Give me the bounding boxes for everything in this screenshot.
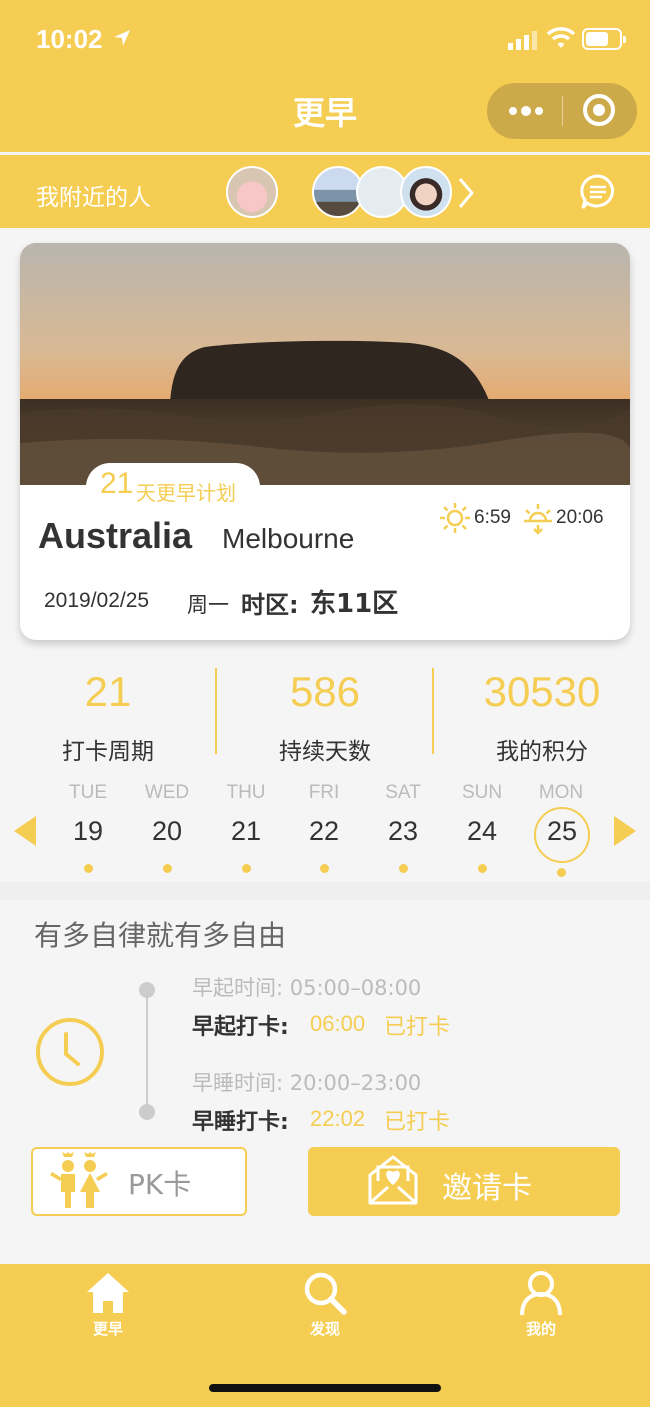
checkin-dot — [557, 868, 566, 877]
date: 2019/02/25 — [44, 589, 150, 612]
uluru-photo — [20, 243, 630, 485]
day-name: SAT — [385, 782, 421, 803]
wake-checkin-time: 06:00 — [310, 1011, 366, 1036]
section-separator — [0, 882, 650, 900]
invite-card-label[interactable]: 邀请卡 — [442, 1163, 532, 1207]
day-name: MON — [538, 782, 584, 803]
day-number[interactable]: 24 — [452, 816, 512, 847]
capsule-divider — [562, 96, 563, 126]
day-name: WED — [144, 782, 190, 803]
day-name: SUN — [461, 782, 503, 803]
timeline-dot — [139, 1104, 155, 1120]
wake-checkin-label: 早起打卡: — [192, 1015, 289, 1040]
kids-icon — [50, 1152, 108, 1208]
sunrise-icon — [440, 503, 470, 533]
wifi-icon — [546, 27, 576, 48]
location-card: 21 天更早计划 Australia Melbourne 6:59 20:06 … — [20, 243, 630, 640]
tab-home[interactable]: 更早 — [58, 1318, 158, 1339]
timezone-value: 东11区 — [310, 589, 399, 619]
wake-checkin-state: 已打卡 — [384, 1015, 451, 1040]
day-name: TUE — [69, 782, 107, 803]
day-number[interactable]: 23 — [373, 816, 433, 847]
wake-range: 早起时间: 05:00–08:00 — [192, 976, 422, 1000]
sleep-checkin-state: 已打卡 — [384, 1110, 451, 1135]
prev-week-arrow-icon[interactable] — [12, 814, 38, 848]
sunset-icon — [524, 504, 552, 535]
checkin-dot — [478, 864, 487, 873]
checkin-dot — [320, 864, 329, 873]
day-number[interactable]: 22 — [294, 816, 354, 847]
day-number[interactable]: 19 — [58, 816, 118, 847]
country: Australia — [38, 515, 193, 556]
home-indicator — [209, 1384, 441, 1392]
target-icon[interactable] — [583, 94, 615, 126]
stat-label: 持续天数 — [279, 739, 371, 765]
day-name: THU — [226, 782, 266, 803]
location-arrow-icon — [114, 30, 130, 46]
envelope-heart-icon — [368, 1155, 418, 1205]
sleep-checkin-time: 22:02 — [310, 1106, 366, 1131]
tab-discover[interactable]: 发现 — [275, 1318, 375, 1339]
plan-text: 天更早计划 — [136, 481, 236, 505]
stat-value: 586 — [289, 668, 361, 715]
chevron-right-icon[interactable] — [456, 176, 476, 210]
checkin-dot — [163, 864, 172, 873]
stat-label: 我的积分 — [496, 739, 588, 765]
weekday: 周一 — [187, 593, 229, 617]
status-time: 10:02 — [36, 24, 103, 54]
tab-mine[interactable]: 我的 — [491, 1318, 591, 1339]
home-icon[interactable] — [85, 1270, 131, 1316]
checkin-dot — [399, 864, 408, 873]
timezone-label: 时区: — [241, 591, 299, 619]
sunrise-time: 6:59 — [474, 507, 511, 528]
chat-icon[interactable] — [578, 172, 618, 212]
signal-icon — [508, 31, 537, 50]
avatar[interactable] — [226, 166, 278, 218]
checkin-dot — [84, 864, 93, 873]
pk-card-label[interactable]: PK卡 — [128, 1163, 191, 1203]
person-icon[interactable] — [518, 1270, 564, 1316]
day-number[interactable]: 20 — [137, 816, 197, 847]
clock-icon — [36, 1018, 104, 1086]
stat-value: 30530 — [483, 668, 601, 715]
battery-icon — [582, 28, 626, 50]
stat-value: 21 — [84, 668, 132, 715]
avatar[interactable] — [400, 166, 452, 218]
search-icon[interactable] — [302, 1270, 348, 1316]
next-week-arrow-icon[interactable] — [612, 814, 638, 848]
sunset-time: 20:06 — [556, 507, 604, 528]
more-dots-icon[interactable] — [508, 104, 544, 118]
stat-label: 打卡周期 — [62, 739, 154, 765]
city: Melbourne — [222, 523, 355, 554]
plan-days: 21 — [100, 467, 134, 500]
day-number-selected[interactable]: 25 — [532, 816, 592, 847]
timeline-line — [146, 990, 148, 1112]
day-number[interactable]: 21 — [216, 816, 276, 847]
nearby-label[interactable]: 我附近的人 — [36, 178, 151, 212]
checkin-dot — [242, 864, 251, 873]
sleep-range: 早睡时间: 20:00–23:00 — [192, 1071, 422, 1095]
timeline-dot — [139, 982, 155, 998]
sleep-checkin-label: 早睡打卡: — [192, 1110, 289, 1135]
motto: 有多自律就有多自由 — [34, 919, 287, 952]
day-name: FRI — [308, 782, 340, 803]
